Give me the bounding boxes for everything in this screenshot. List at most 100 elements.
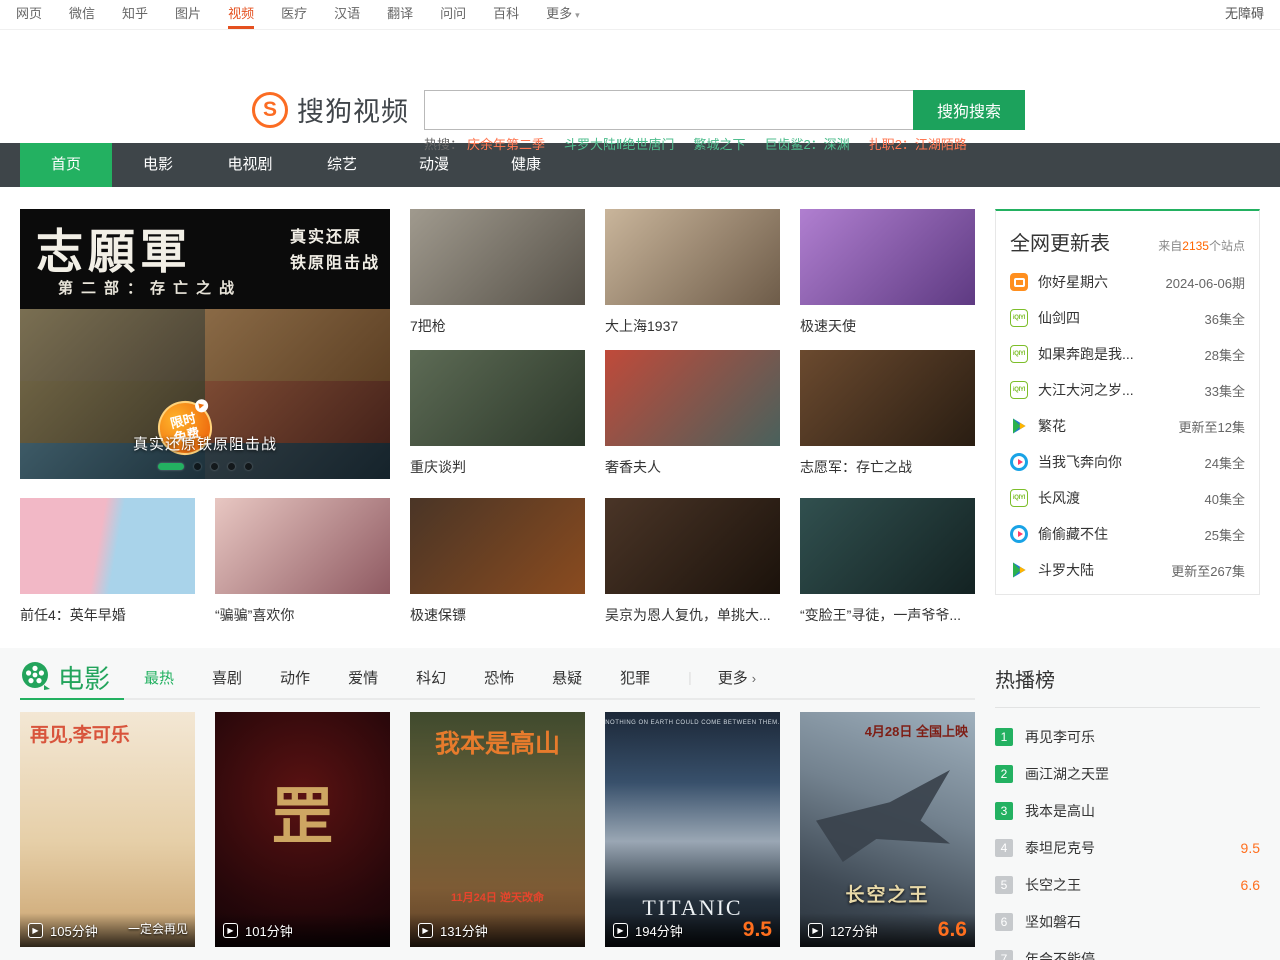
rank-badge: 4 (995, 839, 1013, 857)
carousel-dot-4[interactable] (245, 463, 252, 470)
update-item[interactable]: iQIYI如果奔跑是我...28集全 (1010, 336, 1245, 372)
top-nav-translate[interactable]: 翻译 (387, 0, 413, 29)
rank-title: 年会不能停... (1025, 949, 1260, 960)
update-item[interactable]: iQIYI长风渡40集全 (1010, 480, 1245, 516)
video-thumb[interactable]: 奢香夫人 (605, 350, 780, 491)
poster-art-subtitle: 一定会再见 (128, 920, 188, 937)
video-column: 志願軍 第二部：存亡之战 真实还原 铁原阻击战 (20, 209, 975, 639)
carousel-dot-3[interactable] (228, 463, 235, 470)
video-thumb[interactable]: 重庆谈判 (410, 350, 585, 491)
sogou-video-logo[interactable]: S 搜狗视频 (252, 90, 409, 129)
search-button[interactable]: 搜狗搜索 (913, 90, 1025, 130)
top-nav-baike[interactable]: 百科 (493, 0, 519, 29)
video-thumb[interactable]: “骗骗”喜欢你 (215, 498, 390, 639)
video-thumb[interactable]: 大上海1937 (605, 209, 780, 350)
video-thumb-image (410, 350, 585, 446)
hero-carousel[interactable]: 志願軍 第二部：存亡之战 真实还原 铁原阻击战 (20, 209, 390, 479)
nav-item-variety[interactable]: 综艺 (296, 143, 388, 187)
movie-tab-喜剧[interactable]: 喜剧 (212, 667, 242, 688)
nav-item-home[interactable]: 首页 (20, 143, 112, 187)
top-nav-zhihu[interactable]: 知乎 (122, 0, 148, 29)
rank-item[interactable]: 7年会不能停... (995, 940, 1260, 960)
hot-search-items: 庆余年第二季斗罗大陆Ⅱ绝世唐门繁城之下巨齿鲨2：深渊 扎职2：江湖陌路 (467, 134, 986, 153)
movie-tab-恐怖[interactable]: 恐怖 (484, 667, 514, 688)
poster-duration: 194分钟 (635, 921, 683, 940)
update-item-info: 40集全 (1205, 489, 1245, 508)
update-item[interactable]: 当我飞奔向你24集全 (1010, 444, 1245, 480)
update-item-title: 当我飞奔向你 (1038, 452, 1197, 472)
top-nav-video[interactable]: 视频 (228, 0, 254, 29)
video-thumb[interactable]: 吴京为恩人复仇，单挑大... (605, 498, 780, 639)
video-thumb-title: 奢香夫人 (605, 446, 780, 491)
update-item[interactable]: iQIYI大江大河之岁...33集全 (1010, 372, 1245, 408)
top-nav-wenwen[interactable]: 问问 (440, 0, 466, 29)
movie-tab-犯罪[interactable]: 犯罪 (620, 667, 650, 688)
chevron-right-icon: › (752, 671, 756, 686)
movie-tab-最热[interactable]: 最热 (144, 667, 174, 688)
movie-poster[interactable]: 我本是高山11月24日 逆天改命▶131分钟 (410, 712, 585, 947)
movie-tab-悬疑[interactable]: 悬疑 (552, 667, 582, 688)
top-nav-weixin[interactable]: 微信 (69, 0, 95, 29)
hot-search-item-3[interactable]: 巨齿鲨2：深渊 (764, 134, 849, 153)
top-nav-webpage[interactable]: 网页 (16, 0, 42, 29)
update-item[interactable]: 繁花更新至12集 (1010, 408, 1245, 444)
hot-search-item-2[interactable]: 繁城之下 (693, 134, 745, 153)
update-panel-source: 来自2135个站点 (1158, 237, 1245, 254)
top-nav-chinese[interactable]: 汉语 (334, 0, 360, 29)
movie-tab-科幻[interactable]: 科幻 (416, 667, 446, 688)
carousel-dot-1[interactable] (194, 463, 201, 470)
rank-item[interactable]: 4泰坦尼克号9.5 (995, 829, 1260, 866)
nav-item-tv[interactable]: 电视剧 (204, 143, 296, 187)
update-panel-title: 全网更新表 (1010, 227, 1110, 256)
movie-tab-爱情[interactable]: 爱情 (348, 667, 378, 688)
movie-poster[interactable]: 罡▶101分钟 (215, 712, 390, 947)
top-nav-more[interactable]: 更多▾ (546, 0, 580, 29)
sogou-s-icon: S (252, 92, 288, 128)
hot-search-item-0[interactable]: 庆余年第二季 (467, 134, 545, 153)
movie-poster[interactable]: 再见,李可乐一定会再见▶105分钟 (20, 712, 195, 947)
carousel-dot-2[interactable] (211, 463, 218, 470)
carousel-dot-0[interactable] (158, 463, 184, 470)
source-suffix: 个站点 (1209, 239, 1245, 253)
movie-poster[interactable]: TITANICNOTHING ON EARTH COULD COME BETWE… (605, 712, 780, 947)
play-icon: ▶ (613, 923, 628, 938)
video-thumb[interactable]: 极速天使 (800, 209, 975, 350)
nav-item-movie[interactable]: 电影 (112, 143, 204, 187)
update-item[interactable]: 你好星期六2024-06-06期 (1010, 264, 1245, 300)
hot-search-item-1[interactable]: 斗罗大陆Ⅱ绝世唐门 (564, 134, 674, 153)
rank-item[interactable]: 3我本是高山 (995, 792, 1260, 829)
video-thumb-title: 极速天使 (800, 305, 975, 350)
video-thumb[interactable]: 志愿军：存亡之战 (800, 350, 975, 491)
update-item-title: 偷偷藏不住 (1038, 524, 1197, 544)
update-item-title: 你好星期六 (1038, 272, 1158, 292)
rank-item[interactable]: 2画江湖之天罡 (995, 755, 1260, 792)
video-thumb[interactable]: 7把枪 (410, 209, 585, 350)
rank-badge: 5 (995, 876, 1013, 894)
update-item[interactable]: iQIYI仙剑四36集全 (1010, 300, 1245, 336)
video-thumb-grid: 7把枪大上海1937 极速天使重庆谈判奢香夫人志愿军：存亡之战 (410, 209, 975, 491)
update-item[interactable]: 偷偷藏不住25集全 (1010, 516, 1245, 552)
iqiyi-icon: iQIYI (1010, 309, 1028, 327)
rank-item[interactable]: 5长空之王6.6 (995, 866, 1260, 903)
poster-art-subtitle: NOTHING ON EARTH COULD COME BETWEEN THEM… (605, 720, 780, 726)
video-thumb[interactable]: 前任4：英年早婚 (20, 498, 195, 639)
search-input[interactable] (424, 90, 913, 130)
video-thumb[interactable]: “变脸王”寻徒，一声爷爷... (800, 498, 975, 639)
top-nav-medical[interactable]: 医疗 (281, 0, 307, 29)
rank-item[interactable]: 1再见李可乐 (995, 718, 1260, 755)
update-item[interactable]: 斗罗大陆更新至267集 (1010, 552, 1245, 588)
hot-search-item-4[interactable]: 扎职2：江湖陌路 (869, 134, 967, 153)
page-content: 志願軍 第二部：存亡之战 真实还原 铁原阻击战 (0, 209, 1280, 639)
rank-item[interactable]: 6坚如磐石 (995, 903, 1260, 940)
tab-divider: | (688, 669, 692, 685)
movie-poster[interactable]: 长空之王4月28日 全国上映▶127分钟6.6 (800, 712, 975, 947)
rank-title: 再见李可乐 (1025, 727, 1260, 747)
accessibility-link[interactable]: 无障碍 (1225, 0, 1264, 29)
video-thumb[interactable]: 极速保镖 (410, 498, 585, 639)
more-link[interactable]: 更多› (718, 667, 756, 688)
video-thumb-title: 大上海1937 (605, 305, 780, 350)
update-item-info: 33集全 (1205, 381, 1245, 400)
poster-art-subtitle: 4月28日 全国上映 (865, 721, 968, 740)
top-nav-pictures[interactable]: 图片 (175, 0, 201, 29)
movie-tab-动作[interactable]: 动作 (280, 667, 310, 688)
